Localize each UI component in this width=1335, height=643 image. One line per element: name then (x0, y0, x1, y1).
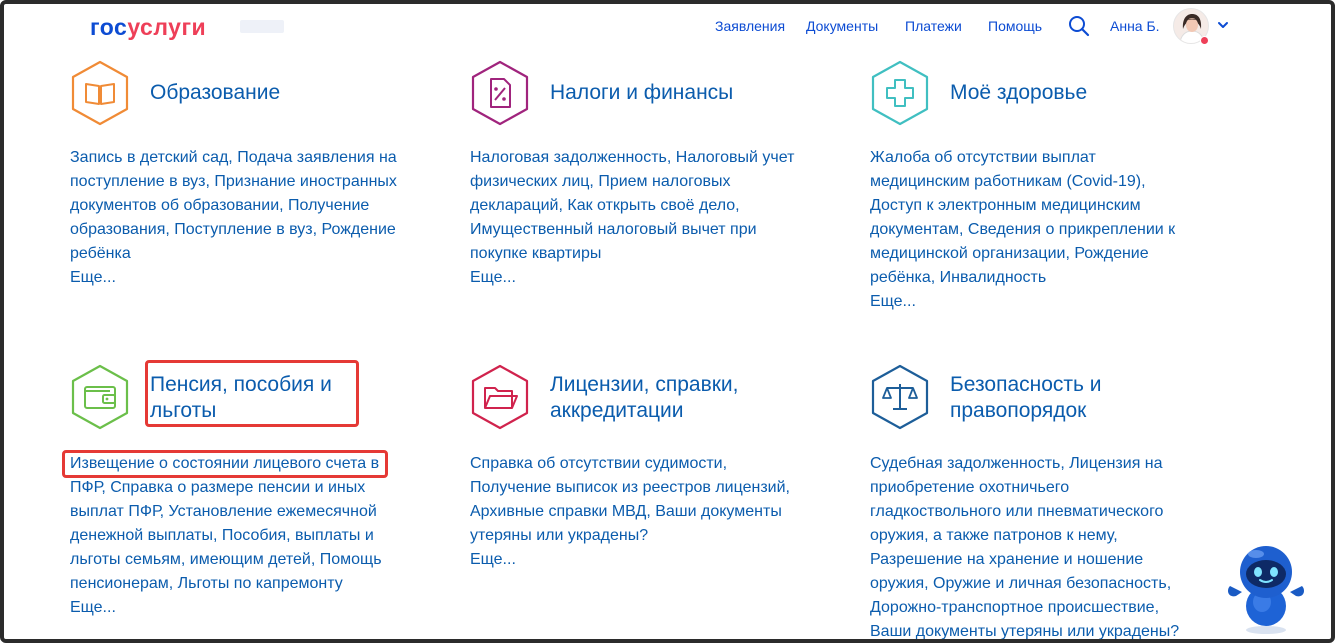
category-title[interactable]: Налоги и финансы (550, 80, 733, 106)
services-list[interactable]: Жалоба об отсутствии выплат медицинским … (870, 149, 1175, 286)
user-name[interactable]: Анна Б. (1110, 18, 1160, 34)
medical-cross-icon (871, 60, 929, 126)
services-list[interactable]: Судебная задолженность, Лицензия на прио… (870, 455, 1179, 639)
category-education: Образование Запись в детский сад, Подача… (70, 60, 410, 300)
folder-icon (471, 364, 529, 430)
more-link[interactable]: Еще... (870, 290, 1190, 314)
services-list[interactable]: Запись в детский сад, Подача заявления н… (70, 149, 397, 262)
category-title[interactable]: Безопасность и правопорядок (950, 372, 1170, 424)
gosuslugi-logo[interactable]: госуслуги (90, 14, 206, 41)
search-icon[interactable] (1068, 15, 1090, 37)
category-links: Судебная задолженность, Лицензия на прио… (870, 452, 1190, 639)
robot-assistant-icon[interactable] (1224, 540, 1308, 636)
category-title[interactable]: Лицензии, справки, аккредитации (550, 372, 780, 424)
category-health: Моё здоровье Жалоба об отсутствии выплат… (870, 60, 1210, 320)
category-links: Извещение о состоянии лицевого счета в П… (70, 452, 390, 620)
category-title[interactable]: Моё здоровье (950, 80, 1087, 106)
category-pension: Пенсия, пособия и льготы Извещение о сос… (70, 364, 410, 624)
nav-payments[interactable]: Платежи (905, 18, 962, 34)
services-list[interactable]: Справка об отсутствии судимости, Получен… (470, 455, 790, 544)
category-links: Справка об отсутствии судимости, Получен… (470, 452, 805, 572)
category-links: Жалоба об отсутствии выплат медицинским … (870, 146, 1190, 314)
more-link[interactable]: Еще... (470, 548, 805, 572)
nav-help[interactable]: Помощь (988, 18, 1042, 34)
category-licenses: Лицензии, справки, аккредитации Справка … (470, 364, 810, 604)
more-link[interactable]: Еще... (70, 596, 390, 620)
wallet-icon (71, 364, 129, 430)
services-list[interactable]: Налоговая задолженность, Налоговый учет … (470, 149, 794, 262)
book-icon (71, 60, 129, 126)
tax-document-icon (471, 60, 529, 126)
chevron-down-icon[interactable] (1216, 18, 1230, 32)
category-security: Безопасность и правопорядок Судебная зад… (870, 364, 1210, 639)
top-header: госуслуги Заявления Документы Платежи По… (4, 4, 1331, 50)
category-title[interactable]: Пенсия, пособия и льготы (150, 372, 370, 424)
category-links: Запись в детский сад, Подача заявления н… (70, 146, 405, 290)
browser-frame: госуслуги Заявления Документы Платежи По… (0, 0, 1335, 643)
more-link[interactable]: Еще... (470, 266, 805, 290)
category-title[interactable]: Образование (150, 80, 280, 106)
more-link[interactable]: Еще... (70, 266, 405, 290)
nav-documents[interactable]: Документы (806, 18, 878, 34)
nav-applications[interactable]: Заявления (715, 18, 785, 34)
services-list[interactable]: Извещение о состоянии лицевого счета в П… (70, 455, 382, 592)
logo-placeholder (240, 20, 284, 33)
category-links: Налоговая задолженность, Налоговый учет … (470, 146, 805, 290)
category-taxes: Налоги и финансы Налоговая задолженность… (470, 60, 810, 300)
scales-icon (871, 364, 929, 430)
notification-dot (1200, 36, 1209, 45)
